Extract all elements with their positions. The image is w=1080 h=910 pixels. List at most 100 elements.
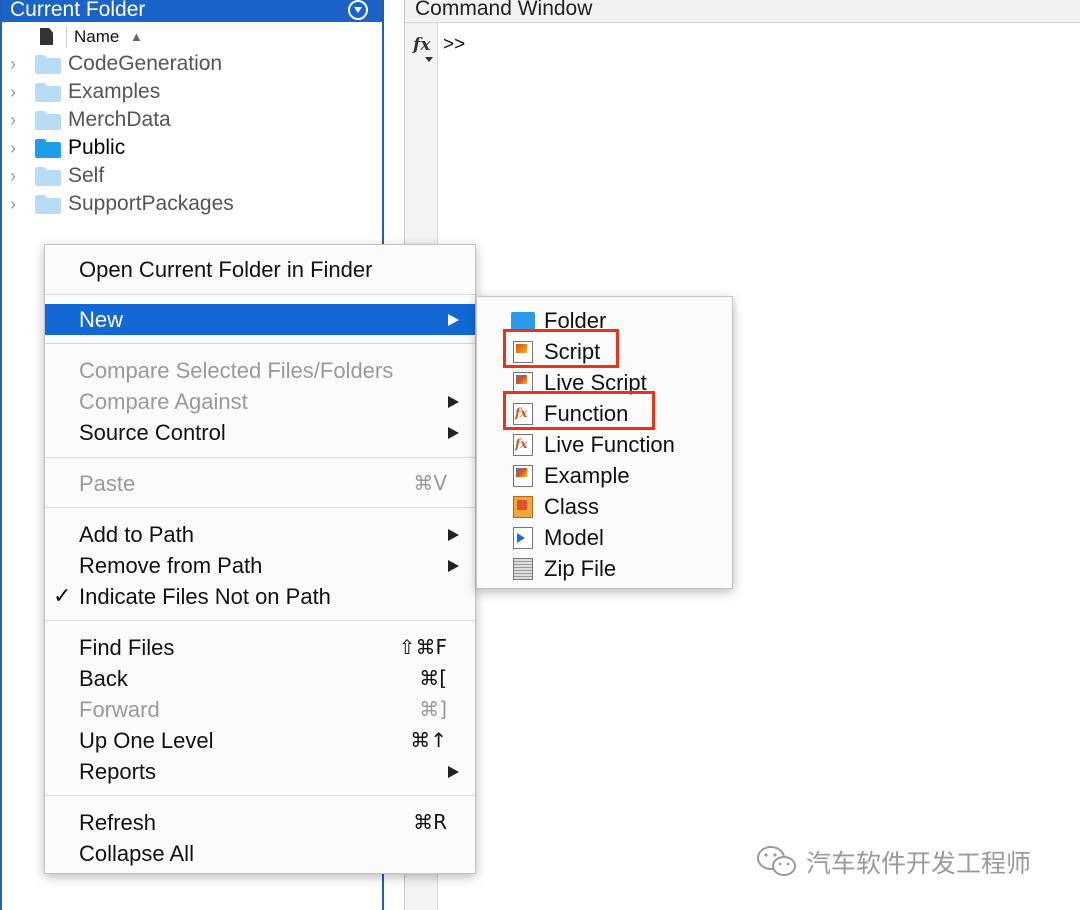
chevron-right-icon[interactable]: › — [10, 78, 16, 106]
chevron-right-icon[interactable]: › — [10, 50, 16, 78]
chevron-down-icon[interactable] — [425, 57, 433, 62]
panel-actions-icon[interactable] — [348, 0, 368, 20]
zip-file-icon — [513, 558, 533, 580]
menu-item-compare-selected[interactable]: Compare Selected Files/Folders — [45, 355, 475, 386]
folder-label: Self — [68, 164, 105, 187]
menu-item-label: Reports — [79, 759, 157, 784]
submenu-arrow-icon — [448, 560, 459, 572]
folder-icon — [35, 83, 61, 102]
menu-item-label: Collapse All — [79, 841, 194, 866]
folder-row[interactable]: › Self — [2, 162, 382, 190]
submenu-item-live-function[interactable]: Live Function — [477, 429, 732, 460]
menu-item-refresh[interactable]: Refresh ⌘R — [45, 807, 475, 838]
menu-item-add-to-path[interactable]: Add to Path — [45, 519, 475, 550]
wechat-logo-icon — [757, 846, 796, 876]
menu-item-label: Remove from Path — [79, 553, 263, 578]
menu-shortcut: ⌘] — [419, 697, 447, 721]
menu-separator — [45, 507, 475, 508]
folder-row[interactable]: › Examples — [2, 78, 382, 106]
submenu-item-example[interactable]: Example — [477, 460, 732, 491]
highlight-box-script — [503, 329, 619, 368]
folder-icon — [511, 312, 535, 330]
menu-separator — [45, 343, 475, 344]
menu-shortcut: ⌘V — [413, 471, 447, 495]
watermark-text: 汽车软件开发工程师 — [806, 849, 1032, 878]
sort-ascending-icon: ▲ — [130, 29, 143, 44]
folder-label: CodeGeneration — [68, 52, 223, 75]
menu-shortcut: ⌘↑ — [410, 728, 447, 752]
menu-item-back[interactable]: Back ⌘[ — [45, 663, 475, 694]
current-folder-header: Current Folder — [2, 0, 382, 22]
menu-item-collapse-all[interactable]: Collapse All — [45, 838, 475, 869]
menu-item-label: Forward — [79, 697, 160, 722]
submenu-arrow-icon — [448, 427, 459, 439]
menu-item-forward[interactable]: Forward ⌘] — [45, 694, 475, 725]
folder-icon — [35, 195, 61, 214]
menu-item-up-one-level[interactable]: Up One Level ⌘↑ — [45, 725, 475, 756]
submenu-arrow-icon — [448, 314, 459, 326]
live-function-icon — [513, 429, 533, 460]
menu-item-open-in-finder[interactable]: Open Current Folder in Finder — [45, 254, 475, 285]
menu-item-indicate-not-on-path[interactable]: ✓ Indicate Files Not on Path — [45, 581, 475, 612]
submenu-item-label: Zip File — [544, 556, 617, 581]
menu-item-label: Source Control — [79, 420, 226, 445]
menu-item-reports[interactable]: Reports — [45, 756, 475, 787]
model-file-icon — [513, 527, 533, 549]
menu-item-source-control[interactable]: Source Control — [45, 417, 475, 448]
folder-row[interactable]: › Public — [2, 134, 382, 162]
highlight-box-function — [503, 391, 655, 430]
menu-shortcut: ⇧⌘F — [398, 635, 447, 659]
menu-item-label: Compare Against — [79, 389, 248, 414]
chevron-right-icon[interactable]: › — [10, 190, 16, 218]
menu-item-label: Open Current Folder in Finder — [79, 257, 373, 282]
menu-item-label: Refresh — [79, 810, 157, 835]
folder-label: SupportPackages — [68, 192, 234, 215]
menu-item-compare-against[interactable]: Compare Against — [45, 386, 475, 417]
submenu-item-class[interactable]: Class — [477, 491, 732, 522]
folder-row[interactable]: › SupportPackages — [2, 190, 382, 218]
folder-icon — [35, 55, 61, 74]
submenu-arrow-icon — [448, 396, 459, 408]
menu-item-remove-from-path[interactable]: Remove from Path — [45, 550, 475, 581]
folder-label: Examples — [68, 80, 161, 103]
chevron-right-icon[interactable]: › — [10, 134, 16, 162]
column-divider — [66, 26, 67, 48]
menu-item-label: Paste — [79, 471, 136, 496]
menu-item-label: New — [79, 307, 124, 332]
function-browser-icon[interactable]: fx — [413, 35, 430, 55]
column-header[interactable]: Name ▲ — [2, 24, 382, 50]
menu-item-label: Back — [79, 666, 128, 691]
menu-item-label: Up One Level — [79, 728, 214, 753]
chevron-right-icon[interactable]: › — [10, 106, 16, 134]
menu-item-label: Compare Selected Files/Folders — [79, 358, 394, 383]
checkmark-icon: ✓ — [53, 584, 72, 609]
submenu-arrow-icon — [448, 766, 459, 778]
folder-icon — [35, 167, 61, 186]
command-window-title: Command Window — [415, 0, 593, 20]
menu-shortcut: ⌘R — [413, 810, 447, 834]
menu-item-label: Find Files — [79, 635, 175, 660]
menu-item-paste[interactable]: Paste ⌘V — [45, 468, 475, 499]
folder-icon — [35, 111, 61, 130]
submenu-item-model[interactable]: Model — [477, 522, 732, 553]
folder-label: Public — [68, 136, 126, 159]
menu-item-find-files[interactable]: Find Files ⇧⌘F — [45, 632, 475, 663]
submenu-item-label: Example — [544, 463, 630, 488]
submenu-item-zip-file[interactable]: Zip File — [477, 553, 732, 584]
command-prompt[interactable]: >> — [443, 34, 465, 56]
chevron-right-icon[interactable]: › — [10, 162, 16, 190]
menu-separator — [45, 795, 475, 796]
menu-separator — [45, 620, 475, 621]
folder-row[interactable]: › CodeGeneration — [2, 50, 382, 78]
submenu-item-label: Class — [544, 494, 600, 519]
folder-row[interactable]: › MerchData — [2, 106, 382, 134]
folder-label: MerchData — [68, 108, 171, 131]
file-type-icon — [40, 28, 53, 45]
name-column-label: Name — [74, 27, 120, 46]
command-window-header: Command Window — [405, 0, 1080, 23]
menu-item-label: Add to Path — [79, 522, 194, 547]
class-file-icon — [513, 496, 533, 518]
menu-item-new[interactable]: New — [45, 304, 475, 335]
submenu-item-label: Model — [544, 525, 604, 550]
folder-icon — [35, 139, 61, 158]
